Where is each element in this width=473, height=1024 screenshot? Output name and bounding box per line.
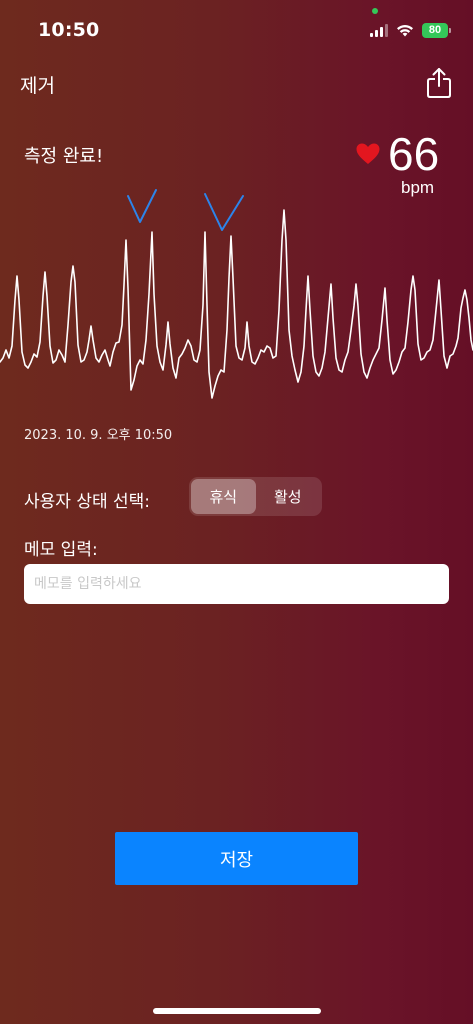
ecg-trace (0, 209, 473, 399)
status-icons: 80 (370, 20, 451, 40)
measurement-timestamp: 2023. 10. 9. 오후 10:50 (24, 428, 173, 443)
user-state-segmented-control[interactable]: 휴식 활성 (189, 477, 322, 516)
ecg-marker-2 (204, 193, 244, 231)
save-button[interactable]: 저장 (115, 832, 358, 885)
battery-level: 80 (422, 22, 448, 38)
status-bar: 10:50 80 (0, 0, 473, 54)
heart-icon (356, 143, 380, 164)
remove-button[interactable]: 제거 (20, 71, 55, 98)
segment-active[interactable]: 활성 (256, 479, 321, 514)
bpm-value: 66 (388, 128, 440, 180)
measurement-status: 측정 완료! (24, 146, 104, 167)
signal-icon (370, 23, 388, 37)
memo-label: 메모 입력: (24, 540, 98, 560)
memo-input[interactable] (24, 564, 449, 604)
ecg-waveform (0, 189, 473, 399)
segment-rest[interactable]: 휴식 (191, 479, 256, 514)
home-indicator[interactable] (153, 1008, 321, 1014)
privacy-indicator (372, 8, 378, 14)
ecg-marker-1 (127, 189, 157, 223)
user-state-label: 사용자 상태 선택: (24, 492, 151, 512)
status-time: 10:50 (38, 19, 100, 41)
wifi-icon (397, 24, 413, 36)
battery-icon: 80 (422, 22, 451, 38)
share-icon[interactable] (424, 66, 454, 100)
